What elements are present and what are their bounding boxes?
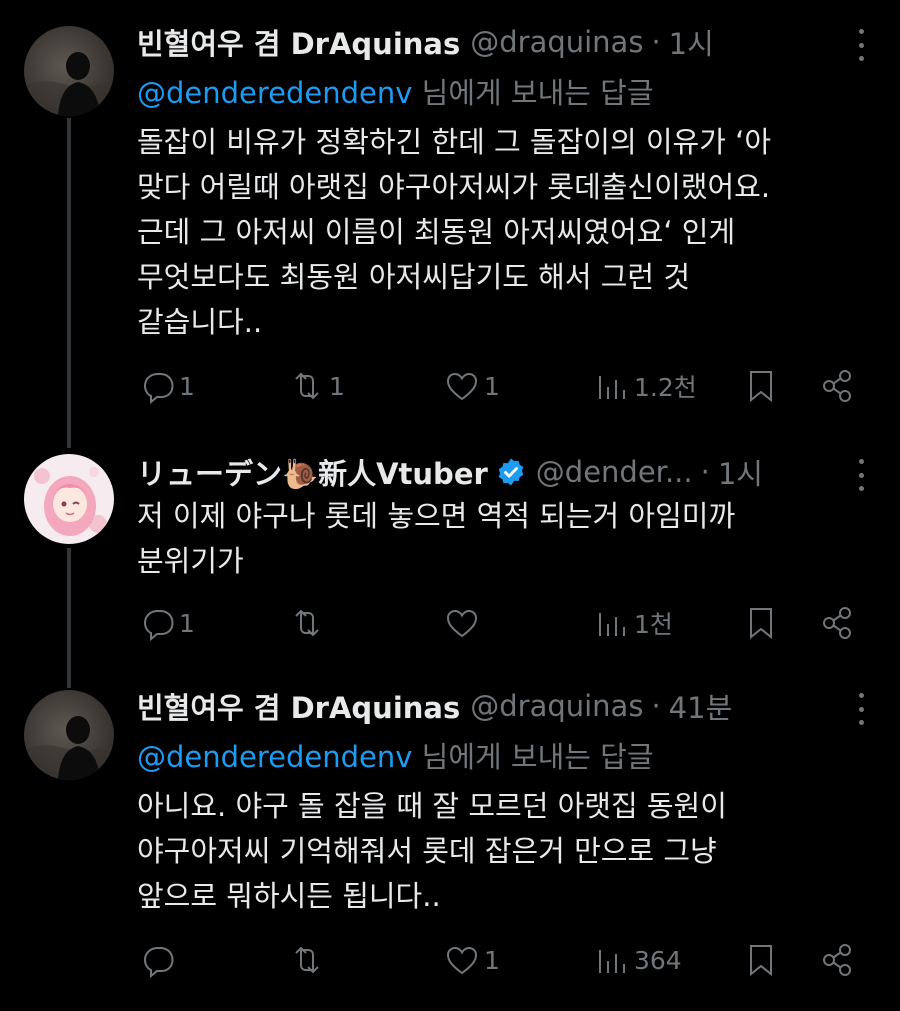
- like-count: 1: [484, 371, 500, 401]
- views-count: 1.2천: [634, 373, 697, 402]
- like-button[interactable]: 1: [442, 366, 500, 406]
- views-button[interactable]: 364: [592, 940, 682, 980]
- tweet-text: 아니요. 야구 돌 잡을 때 잘 모르던 아랫집 동원이 야구아저씨 기억해줘서…: [137, 784, 867, 919]
- tweet-text-line: 저 이제 야구나 롯데 놓으면 역적 되는거 아임미까: [137, 499, 736, 533]
- tweet[interactable]: リューデン🐌新人Vtuber @dender... · 1시 저 이제 야구나 …: [0, 430, 900, 670]
- tweet-text-line: 같습니다..: [137, 305, 263, 339]
- more-icon[interactable]: [856, 693, 866, 725]
- share-button[interactable]: [817, 940, 857, 980]
- display-name[interactable]: 빈혈여우 겸 DrAquinas: [137, 686, 460, 726]
- replying-to: @denderedendenv 님에게 보내는 답글: [137, 734, 654, 776]
- like-button[interactable]: 1: [442, 940, 500, 980]
- views-count: 1천: [634, 610, 673, 639]
- bookmark-button[interactable]: [741, 366, 781, 406]
- reply-icon: [143, 373, 174, 405]
- share-button[interactable]: [817, 366, 857, 406]
- reply-icon: [143, 610, 174, 642]
- mention-link[interactable]: @denderedendenv: [137, 76, 412, 110]
- share-icon: [823, 944, 851, 976]
- user-handle[interactable]: @draquinas: [470, 25, 643, 59]
- retweet-icon: [295, 372, 319, 400]
- tweet[interactable]: 빈혈여우 겸 DrAquinas @draquinas · 1시 @dender…: [0, 0, 900, 430]
- reply-count: 1: [179, 371, 195, 401]
- share-icon: [823, 607, 851, 639]
- views-count: 364: [634, 945, 682, 975]
- retweet-icon: [295, 609, 319, 637]
- bookmark-button[interactable]: [741, 603, 781, 643]
- more-icon[interactable]: [856, 459, 866, 491]
- avatar[interactable]: [24, 26, 114, 116]
- tweet-text-line: 근데 그 아저씨 이름이 최동원 아저씨였어요‘ 인게: [137, 215, 736, 249]
- tweet-text-line: 앞으로 뭐하시든 됩니다..: [137, 879, 441, 913]
- more-icon[interactable]: [856, 29, 866, 61]
- reply-count: 1: [179, 608, 195, 638]
- tweet-text-line: 돌잡이 비유가 정확하긴 한데 그 돌잡이의 이유가 ‘아: [137, 125, 772, 159]
- views-button[interactable]: 1천: [592, 603, 673, 643]
- retweet-count: 1: [329, 371, 345, 401]
- verified-badge-icon: [496, 457, 526, 487]
- tweet-text: 저 이제 야구나 롯데 놓으면 역적 되는거 아임미까 분위기가: [137, 494, 867, 584]
- tweet-header: 빈혈여우 겸 DrAquinas @draquinas · 41분: [137, 686, 840, 726]
- heart-icon: [446, 609, 478, 638]
- bookmark-icon: [750, 608, 772, 640]
- like-count: 1: [484, 945, 500, 975]
- tweet-text-line: 분위기가: [137, 544, 244, 578]
- mention-link[interactable]: @denderedendenv: [137, 740, 412, 774]
- retweet-button[interactable]: [287, 940, 329, 980]
- retweet-icon: [295, 946, 319, 974]
- bookmark-icon: [750, 371, 772, 403]
- timestamp[interactable]: 41분: [669, 686, 733, 726]
- action-bar: 1 364: [137, 940, 862, 986]
- tweet-header: 빈혈여우 겸 DrAquinas @draquinas · 1시: [137, 22, 840, 62]
- timestamp[interactable]: 1시: [669, 22, 714, 62]
- reply-button[interactable]: 1: [137, 603, 195, 643]
- separator-dot: ·: [651, 25, 661, 59]
- views-icon: [599, 376, 625, 399]
- bookmark-icon: [750, 945, 772, 977]
- reply-button[interactable]: [137, 940, 179, 980]
- share-button[interactable]: [817, 603, 857, 643]
- share-icon: [823, 370, 851, 402]
- avatar[interactable]: [24, 454, 114, 544]
- user-handle[interactable]: @draquinas: [470, 689, 643, 723]
- retweet-button[interactable]: 1: [287, 366, 345, 406]
- separator-dot: ·: [651, 689, 661, 723]
- tweet-text-line: 맞다 어릴때 아랫집 야구아저씨가 롯데출신이랬어요.: [137, 170, 771, 204]
- action-bar: 1 1천: [137, 603, 862, 649]
- retweet-button[interactable]: [287, 603, 329, 643]
- reply-button[interactable]: 1: [137, 366, 195, 406]
- replying-to: @denderedendenv 님에게 보내는 답글: [137, 70, 654, 112]
- tweet-text-line: 야구아저씨 기억해줘서 롯데 잡은거 만으로 그냥: [137, 834, 717, 868]
- heart-icon: [446, 946, 478, 975]
- heart-icon: [446, 372, 478, 401]
- avatar[interactable]: [24, 690, 114, 780]
- like-button[interactable]: [442, 603, 484, 643]
- reply-icon: [143, 947, 174, 979]
- tweet-header: リューデン🐌新人Vtuber @dender... · 1시: [137, 452, 840, 492]
- separator-dot: ·: [700, 455, 710, 489]
- tweet[interactable]: 빈혈여우 겸 DrAquinas @draquinas · 41분 @dende…: [0, 670, 900, 1011]
- replying-to-label: 님에게 보내는 답글: [412, 76, 654, 110]
- views-icon: [599, 950, 625, 973]
- user-handle[interactable]: @dender...: [536, 455, 693, 489]
- tweet-text-line: 아니요. 야구 돌 잡을 때 잘 모르던 아랫집 동원이: [137, 789, 727, 823]
- views-icon: [599, 613, 625, 636]
- action-bar: 1 1 1 1.2천: [137, 366, 862, 412]
- timestamp[interactable]: 1시: [718, 452, 763, 492]
- replying-to-label: 님에게 보내는 답글: [412, 740, 654, 774]
- display-name[interactable]: リューデン🐌新人Vtuber: [137, 452, 488, 492]
- tweet-text: 돌잡이 비유가 정확하긴 한데 그 돌잡이의 이유가 ‘아 맞다 어릴때 아랫집…: [137, 120, 867, 345]
- tweet-text-line: 무엇보다도 최동원 아저씨답기도 해서 그런 것: [137, 260, 691, 294]
- views-button[interactable]: 1.2천: [592, 366, 697, 406]
- display-name[interactable]: 빈혈여우 겸 DrAquinas: [137, 22, 460, 62]
- bookmark-button[interactable]: [741, 940, 781, 980]
